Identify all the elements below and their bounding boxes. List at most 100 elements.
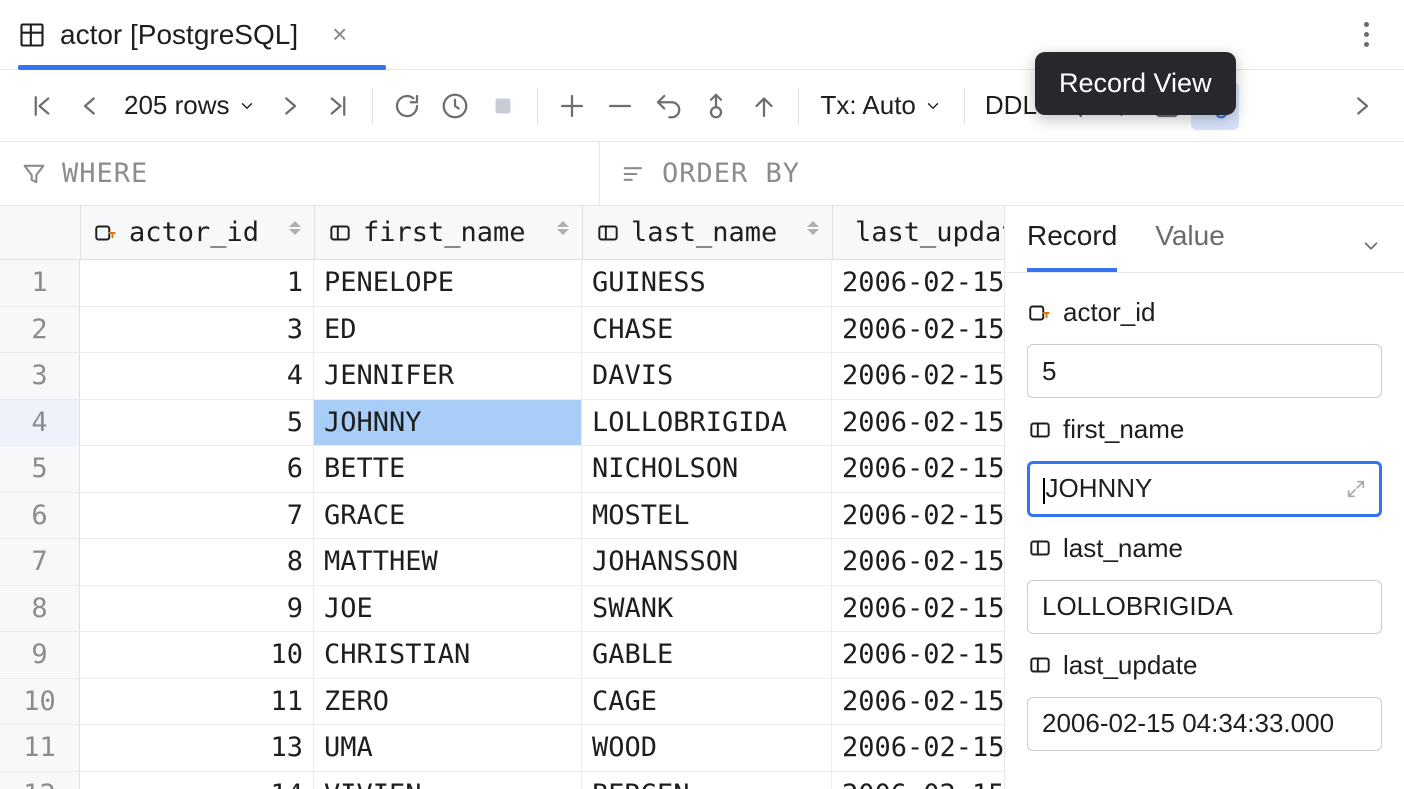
cell-last-update[interactable]: 2006-02-15: [832, 493, 1004, 539]
tab-value[interactable]: Value: [1155, 220, 1225, 272]
table-row[interactable]: 45JOHNNYLOLLOBRIGIDA2006-02-15: [0, 400, 1004, 447]
sort-arrows-icon[interactable]: [556, 221, 570, 245]
table-row[interactable]: 89JOESWANK2006-02-15: [0, 586, 1004, 633]
where-filter[interactable]: WHERE: [0, 142, 600, 205]
cell-first-name[interactable]: CHRISTIAN: [314, 632, 582, 678]
cell-actor-id[interactable]: 13: [80, 725, 314, 771]
cell-last-name[interactable]: GABLE: [582, 632, 832, 678]
orderby-filter[interactable]: ORDER BY: [600, 142, 820, 205]
table-row[interactable]: 1113UMAWOOD2006-02-15: [0, 725, 1004, 772]
cell-first-name[interactable]: JENNIFER: [314, 353, 582, 399]
filter-button[interactable]: [1095, 82, 1143, 130]
more-button[interactable]: [1338, 82, 1386, 130]
expand-icon[interactable]: [1345, 478, 1367, 500]
next-page-button[interactable]: [266, 82, 314, 130]
cell-last-name[interactable]: NICHOLSON: [582, 446, 832, 492]
tab-menu-button[interactable]: [1346, 15, 1386, 55]
cell-actor-id[interactable]: 3: [80, 307, 314, 353]
delete-row-button[interactable]: [596, 82, 644, 130]
column-header-actor-id[interactable]: actor_id: [80, 206, 314, 259]
autoreload-button[interactable]: [431, 82, 479, 130]
cell-last-name[interactable]: MOSTEL: [582, 493, 832, 539]
cell-actor-id[interactable]: 4: [80, 353, 314, 399]
search-button[interactable]: [1047, 82, 1095, 130]
cell-first-name[interactable]: PENELOPE: [314, 260, 582, 306]
cell-last-name[interactable]: WOOD: [582, 725, 832, 771]
close-icon[interactable]: ×: [332, 19, 347, 50]
cell-last-update[interactable]: 2006-02-15: [832, 400, 1004, 446]
cell-last-name[interactable]: CHASE: [582, 307, 832, 353]
revert-button[interactable]: [644, 82, 692, 130]
cell-last-name[interactable]: JOHANSSON: [582, 539, 832, 585]
column-header-last-update[interactable]: last_update: [832, 206, 1004, 259]
cell-first-name[interactable]: JOHNNY: [314, 400, 582, 446]
add-row-button[interactable]: [548, 82, 596, 130]
row-number[interactable]: 9: [0, 632, 80, 678]
submit-button[interactable]: [740, 82, 788, 130]
tab-record[interactable]: Record: [1027, 220, 1117, 272]
cell-last-update[interactable]: 2006-02-15: [832, 725, 1004, 771]
row-number[interactable]: 1: [0, 260, 80, 306]
sort-arrows-icon[interactable]: [288, 221, 302, 245]
cell-last-update[interactable]: 2006-02-15: [832, 632, 1004, 678]
cell-first-name[interactable]: GRACE: [314, 493, 582, 539]
row-number[interactable]: 5: [0, 446, 80, 492]
sort-arrows-icon[interactable]: [806, 221, 820, 245]
row-number[interactable]: 6: [0, 493, 80, 539]
column-header-last-name[interactable]: last_name: [582, 206, 832, 259]
cell-last-update[interactable]: 2006-02-15: [832, 586, 1004, 632]
commit-button[interactable]: [692, 82, 740, 130]
table-row[interactable]: 1214VIVIENBERGEN2006-02-15: [0, 772, 1004, 789]
cell-actor-id[interactable]: 1: [80, 260, 314, 306]
cell-actor-id[interactable]: 14: [80, 772, 314, 789]
column-header-first-name[interactable]: first_name: [314, 206, 582, 259]
field-input-first-name[interactable]: JOHNNY: [1027, 461, 1382, 516]
record-view-button[interactable]: [1191, 82, 1239, 130]
last-page-button[interactable]: [314, 82, 362, 130]
table-row[interactable]: 910CHRISTIANGABLE2006-02-15: [0, 632, 1004, 679]
reload-button[interactable]: [383, 82, 431, 130]
cell-last-update[interactable]: 2006-02-15: [832, 353, 1004, 399]
row-number[interactable]: 10: [0, 679, 80, 725]
cell-actor-id[interactable]: 9: [80, 586, 314, 632]
ddl-button[interactable]: DDL: [975, 90, 1047, 121]
tx-mode-dropdown[interactable]: Tx: Auto: [809, 90, 954, 121]
cell-actor-id[interactable]: 8: [80, 539, 314, 585]
cell-last-update[interactable]: 2006-02-15: [832, 539, 1004, 585]
row-number[interactable]: 2: [0, 307, 80, 353]
cell-actor-id[interactable]: 5: [80, 400, 314, 446]
stop-button[interactable]: [479, 82, 527, 130]
field-input-last-name[interactable]: LOLLOBRIGIDA: [1027, 580, 1382, 634]
table-row[interactable]: 56BETTENICHOLSON2006-02-15: [0, 446, 1004, 493]
row-number[interactable]: 8: [0, 586, 80, 632]
cell-actor-id[interactable]: 11: [80, 679, 314, 725]
cell-first-name[interactable]: ZERO: [314, 679, 582, 725]
tab-actor[interactable]: actor [PostgreSQL] ×: [18, 0, 347, 69]
cell-last-name[interactable]: DAVIS: [582, 353, 832, 399]
chevron-down-icon[interactable]: [1360, 235, 1382, 257]
table-row[interactable]: 1011ZEROCAGE2006-02-15: [0, 679, 1004, 726]
row-number[interactable]: 7: [0, 539, 80, 585]
table-row[interactable]: 11PENELOPEGUINESS2006-02-15: [0, 260, 1004, 307]
cell-actor-id[interactable]: 10: [80, 632, 314, 678]
cell-first-name[interactable]: JOE: [314, 586, 582, 632]
cell-first-name[interactable]: ED: [314, 307, 582, 353]
cell-last-update[interactable]: 2006-02-15: [832, 307, 1004, 353]
cell-last-update[interactable]: 2006-02-15: [832, 772, 1004, 789]
gutter-header[interactable]: [0, 206, 80, 259]
row-number[interactable]: 11: [0, 725, 80, 771]
first-page-button[interactable]: [18, 82, 66, 130]
cell-first-name[interactable]: VIVIEN: [314, 772, 582, 789]
cell-last-name[interactable]: SWANK: [582, 586, 832, 632]
rows-dropdown[interactable]: 205 rows: [114, 90, 266, 121]
field-input-actor-id[interactable]: 5: [1027, 344, 1382, 398]
table-row[interactable]: 67GRACEMOSTEL2006-02-15: [0, 493, 1004, 540]
row-number[interactable]: 3: [0, 353, 80, 399]
cell-first-name[interactable]: BETTE: [314, 446, 582, 492]
row-number[interactable]: 12: [0, 772, 80, 789]
cell-last-update[interactable]: 2006-02-15: [832, 446, 1004, 492]
table-row[interactable]: 23EDCHASE2006-02-15: [0, 307, 1004, 354]
cell-actor-id[interactable]: 7: [80, 493, 314, 539]
export-button[interactable]: [1143, 82, 1191, 130]
field-input-last-update[interactable]: 2006-02-15 04:34:33.000: [1027, 697, 1382, 751]
